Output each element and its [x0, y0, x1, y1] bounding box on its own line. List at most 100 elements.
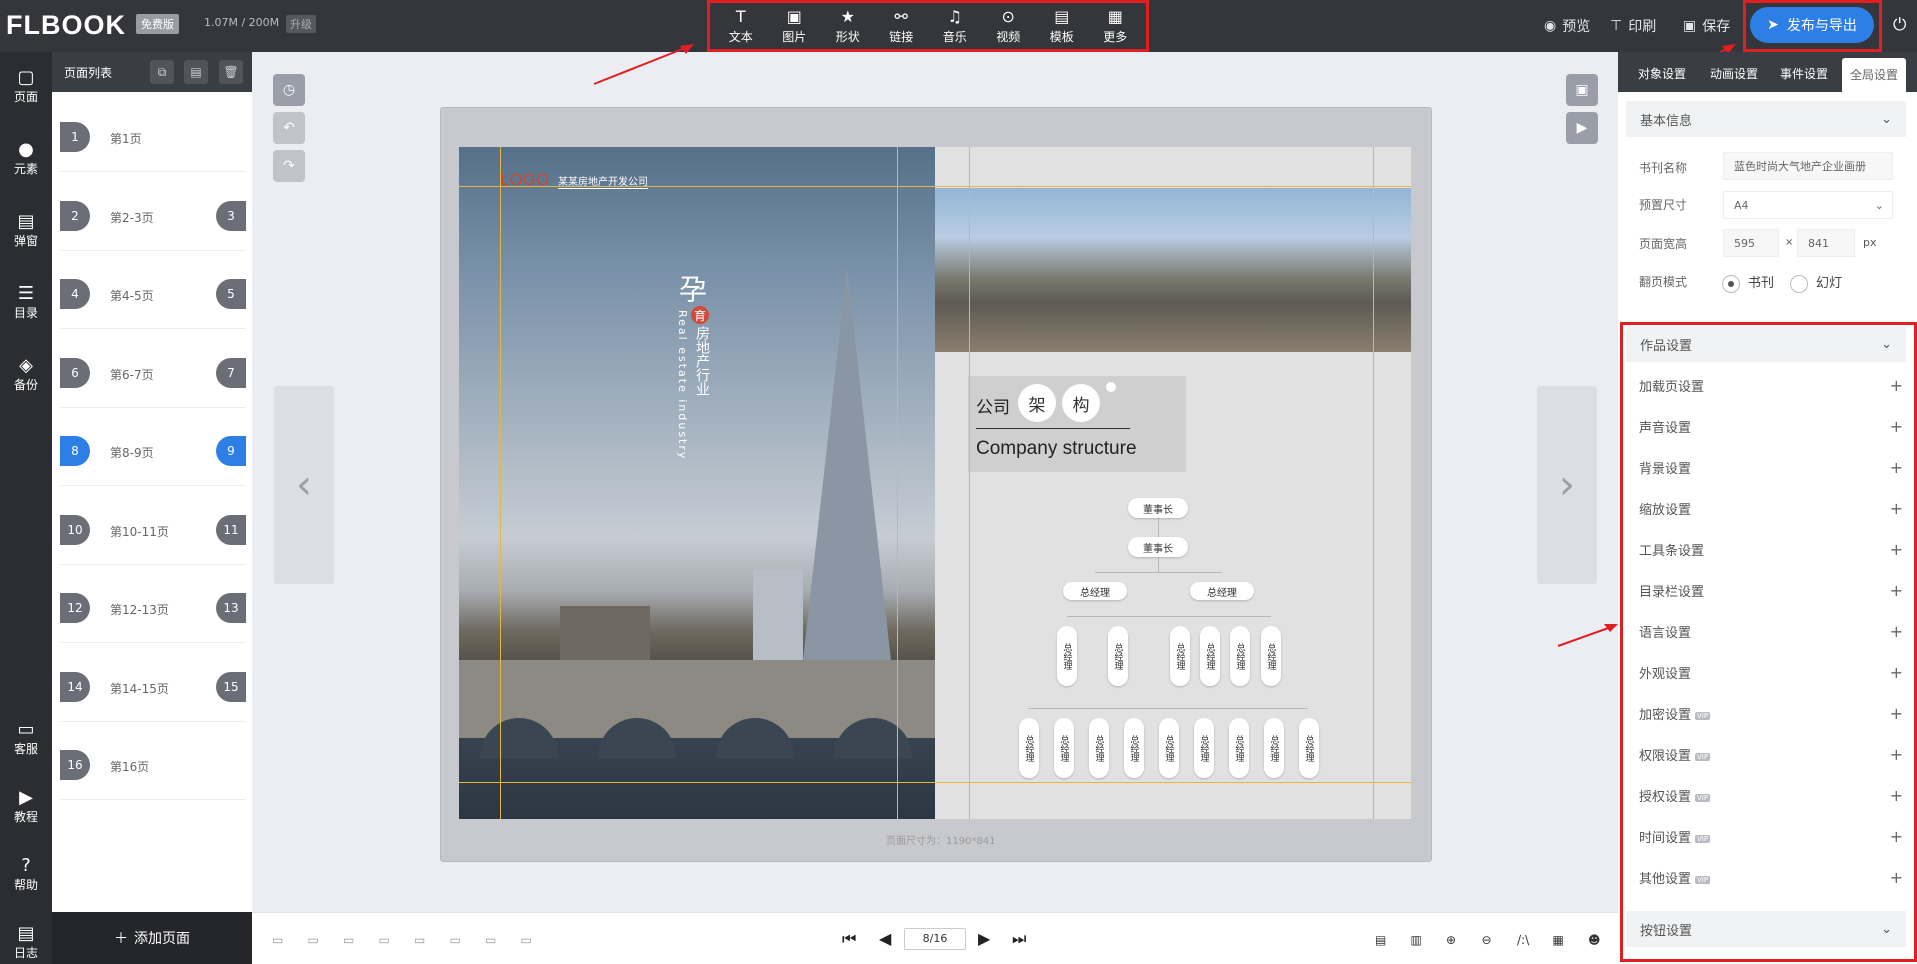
distribute-h-icon[interactable]: ▭	[485, 933, 496, 947]
service-icon: ▭	[17, 719, 35, 740]
distribute-v-icon[interactable]: ▭	[521, 933, 532, 947]
height-input[interactable]: 841	[1797, 229, 1855, 257]
setting-row[interactable]: 语言设置 +	[1639, 622, 1903, 641]
first-page-icon[interactable]: ⏮	[842, 929, 856, 949]
setting-row[interactable]: 背景设置 +	[1639, 458, 1903, 477]
prev-page-icon[interactable]: ◀	[879, 929, 891, 948]
upgrade-button[interactable]: 升级	[286, 15, 316, 33]
setting-row[interactable]: 加密设置 VIP +	[1639, 704, 1903, 723]
ruler-icon[interactable]: ▥	[1411, 933, 1422, 947]
delete-page-icon[interactable]: 🗑	[219, 60, 243, 84]
guides-icon[interactable]: /:\	[1517, 933, 1529, 947]
avatar-icon[interactable]: ☻	[1588, 933, 1601, 947]
book-name-input[interactable]: 蓝色时尚大气地产企业画册	[1723, 152, 1893, 180]
align-center-v-icon[interactable]: ▭	[450, 933, 461, 947]
org-node-staff: 总经理	[1054, 718, 1074, 778]
play-preview-icon[interactable]: ▶	[1566, 112, 1598, 144]
page-list-item[interactable]: 8 第8-9页 9	[60, 416, 246, 486]
align-right-icon[interactable]: ▭	[379, 933, 390, 947]
rail-backup[interactable]: ◈ 备份	[0, 356, 52, 393]
publish-export-button[interactable]: ➤ 发布与导出	[1750, 7, 1874, 43]
page-list-item[interactable]: 12 第12-13页 13	[60, 573, 246, 643]
undo-icon[interactable]: ↶	[273, 112, 305, 144]
page-list-item[interactable]: 10 第10-11页 11	[60, 494, 246, 565]
next-page-icon[interactable]: ▶	[978, 929, 990, 948]
next-page-arrow[interactable]: ›	[1537, 386, 1597, 584]
rail-element[interactable]: ● 元素	[0, 140, 52, 177]
preset-size-select[interactable]: A4 ⌄	[1723, 191, 1893, 219]
width-input[interactable]: 595	[1723, 229, 1779, 257]
mode-slide-radio[interactable]: 幻灯	[1790, 272, 1842, 293]
setting-row[interactable]: 时间设置 VIP +	[1639, 827, 1903, 846]
rail-popup[interactable]: ▤ 弹窗	[0, 212, 52, 249]
rail-toc[interactable]: ☰ 目录	[0, 284, 52, 321]
align-left-icon[interactable]: ▭	[343, 933, 354, 947]
rail-service[interactable]: ▭ 客服	[0, 720, 52, 757]
page-list-item[interactable]: 1 第1页	[60, 102, 246, 172]
rail-log[interactable]: ▤ 日志	[0, 924, 52, 961]
save-button[interactable]: ▣ 保存	[1683, 16, 1730, 36]
last-page-icon[interactable]: ⏭	[1012, 929, 1026, 949]
page-number-input[interactable]: 8/16	[904, 928, 966, 950]
toolbar-more-button[interactable]: ▦ 更多	[1090, 7, 1140, 45]
rail-tutorial[interactable]: ▶ 教程	[0, 788, 52, 825]
grid-icon[interactable]: ▦	[1553, 933, 1564, 947]
page-list-item[interactable]: 2 第2-3页 3	[60, 180, 246, 251]
toolbar-video-button[interactable]: ⊙ 视频	[983, 7, 1033, 45]
page-list-item[interactable]: 4 第4-5页 5	[60, 259, 246, 329]
setting-row[interactable]: 目录栏设置 +	[1639, 581, 1903, 600]
page-list-item[interactable]: 14 第14-15页 15	[60, 651, 246, 722]
setting-row[interactable]: 外观设置 +	[1639, 663, 1903, 682]
setting-label-text: 加载页设置	[1639, 380, 1705, 395]
toolbar-template-button[interactable]: ▤ 模板	[1037, 7, 1087, 45]
outline-icon[interactable]: ▤	[1375, 933, 1386, 947]
page-list-item[interactable]: 6 第6-7页 7	[60, 337, 246, 408]
toolbar-link-button[interactable]: ⚯ 链接	[876, 7, 926, 45]
tab-object[interactable]: 对象设置	[1638, 52, 1686, 92]
page-settings-icon[interactable]: ▣	[1566, 74, 1598, 106]
prev-page-arrow[interactable]: ‹	[274, 386, 334, 584]
setting-row[interactable]: 声音设置 +	[1639, 417, 1903, 436]
building-image	[560, 606, 650, 666]
button-settings-header[interactable]: 按钮设置 ⌄	[1626, 911, 1906, 947]
work-settings-header[interactable]: 作品设置 ⌄	[1626, 326, 1906, 362]
history-icon[interactable]: ◷	[273, 74, 305, 106]
zoom-out-icon[interactable]: ⊖	[1482, 933, 1492, 947]
rail-page[interactable]: ▢ 页面	[0, 68, 52, 105]
annotation-arrow	[1557, 624, 1618, 647]
setting-row[interactable]: 加载页设置 +	[1639, 376, 1903, 395]
power-icon[interactable]: ⏻	[1893, 15, 1906, 35]
page-list-item[interactable]: 16 第16页	[60, 730, 246, 800]
toolbar-image-button[interactable]: ▣ 图片	[769, 7, 819, 45]
rail-help[interactable]: ? 帮助	[0, 856, 52, 893]
align-center-h-icon[interactable]: ▭	[414, 933, 425, 947]
tab-animation[interactable]: 动画设置	[1710, 52, 1758, 92]
annotation-arrow	[593, 44, 694, 85]
setting-row[interactable]: 权限设置 VIP +	[1639, 745, 1903, 764]
setting-row[interactable]: 授权设置 VIP +	[1639, 786, 1903, 805]
preview-button[interactable]: ◉ 预览	[1544, 16, 1590, 36]
copy-page-icon[interactable]: ⧉	[150, 60, 174, 84]
align-top-icon[interactable]: ▭	[272, 933, 283, 947]
toolbar-text-button[interactable]: T 文本	[716, 7, 766, 45]
duplicate-page-icon[interactable]: ▤	[184, 60, 208, 84]
mode-book-radio[interactable]: 书刊	[1722, 272, 1774, 293]
page-number-right: 15	[216, 671, 246, 702]
redo-icon[interactable]: ↷	[273, 150, 305, 182]
setting-label-text: 加密设置	[1639, 708, 1692, 723]
org-node-chairman: 董事长	[1128, 498, 1188, 518]
tab-global[interactable]: 全局设置	[1842, 58, 1907, 92]
left-rail	[0, 52, 52, 964]
org-node-manager: 总经理	[1200, 626, 1220, 686]
basic-info-header[interactable]: 基本信息 ⌄	[1626, 101, 1906, 137]
align-bottom-icon[interactable]: ▭	[308, 933, 319, 947]
setting-row[interactable]: 工具条设置 +	[1639, 540, 1903, 559]
tab-event[interactable]: 事件设置	[1780, 52, 1828, 92]
setting-row[interactable]: 其他设置 VIP +	[1639, 868, 1903, 887]
add-page-button[interactable]: ＋添加页面	[52, 912, 252, 964]
zoom-in-icon[interactable]: ⊕	[1446, 933, 1456, 947]
toolbar-star-button[interactable]: ★ 形状	[823, 7, 873, 45]
print-button[interactable]: ⊤ 印刷	[1610, 16, 1656, 36]
toolbar-music-button[interactable]: ♫ 音乐	[930, 7, 980, 45]
setting-row[interactable]: 缩放设置 +	[1639, 499, 1903, 518]
